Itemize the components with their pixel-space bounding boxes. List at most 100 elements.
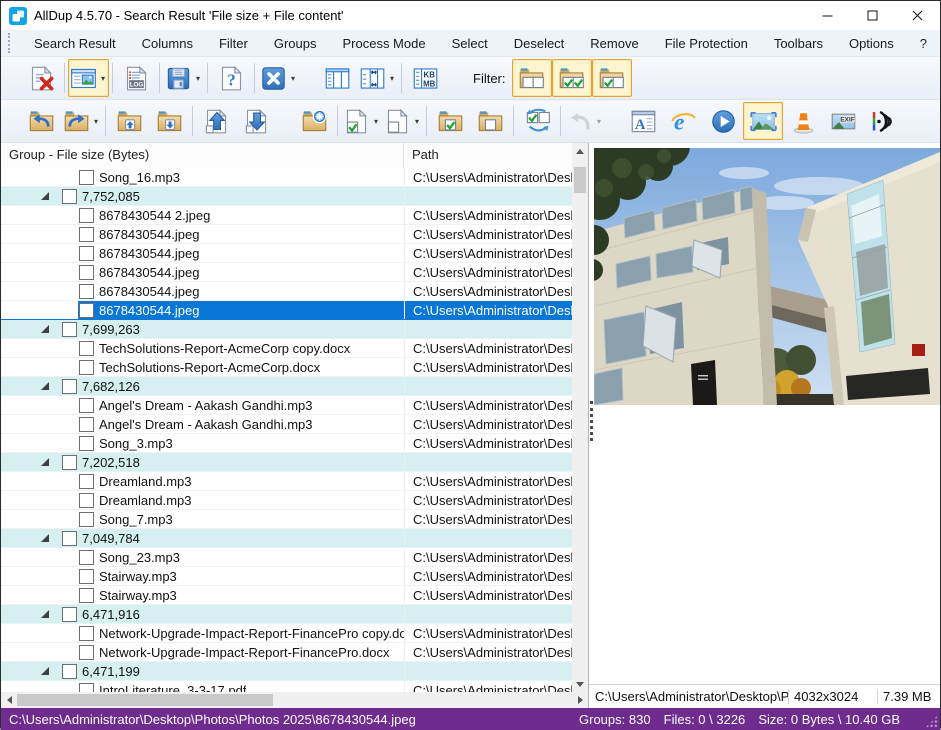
folder-options-button[interactable] bbox=[294, 102, 334, 140]
row-checkbox[interactable] bbox=[79, 588, 94, 603]
horizontal-scroll-thumb[interactable] bbox=[17, 694, 273, 706]
dropdown-arrow-icon[interactable]: ▾ bbox=[289, 74, 297, 83]
folder-up-button[interactable] bbox=[109, 102, 149, 140]
filter-checked-groups-button[interactable] bbox=[552, 59, 592, 97]
preview-mediaplayer-button[interactable] bbox=[703, 102, 743, 140]
menu-remove[interactable]: Remove bbox=[577, 30, 651, 56]
dropdown-arrow-icon[interactable]: ▾ bbox=[92, 117, 100, 126]
group-row[interactable]: 7,752,085 bbox=[1, 187, 572, 206]
row-checkbox[interactable] bbox=[79, 303, 94, 318]
row-checkbox[interactable] bbox=[79, 645, 94, 660]
row-checkbox[interactable] bbox=[62, 607, 77, 622]
horizontal-scrollbar[interactable] bbox=[1, 692, 588, 708]
expand-triangle-icon[interactable] bbox=[41, 667, 49, 675]
columns-layout-button[interactable] bbox=[317, 59, 357, 97]
row-checkbox[interactable] bbox=[79, 360, 94, 375]
menu-file-protection[interactable]: File Protection bbox=[652, 30, 761, 56]
expand-triangle-icon[interactable] bbox=[41, 610, 49, 618]
file-row[interactable]: Dreamland.mp3C:\Users\Administrator\Desk… bbox=[1, 491, 572, 510]
preview-exif-button[interactable] bbox=[823, 102, 863, 140]
dropdown-arrow-icon[interactable]: ▾ bbox=[194, 74, 202, 83]
maximize-button[interactable] bbox=[850, 1, 895, 30]
group-row[interactable]: 7,682,126 bbox=[1, 377, 572, 396]
file-row[interactable]: IntroLiterature_3-3-17.pdfC:\Users\Admin… bbox=[1, 681, 572, 692]
deselect-folder-button[interactable] bbox=[470, 102, 510, 140]
file-row[interactable]: 8678430544.jpegC:\Users\Administrator\De… bbox=[1, 244, 572, 263]
group-row[interactable]: 7,049,784 bbox=[1, 529, 572, 548]
help-button[interactable] bbox=[211, 59, 251, 97]
row-checkbox[interactable] bbox=[79, 170, 94, 185]
row-checkbox[interactable] bbox=[79, 626, 94, 641]
preview-audio-button[interactable] bbox=[863, 102, 903, 140]
close-button[interactable] bbox=[895, 1, 940, 30]
scroll-down-button[interactable] bbox=[572, 676, 588, 692]
column-header-group-size[interactable]: Group - File size (Bytes) bbox=[1, 143, 404, 168]
row-checkbox[interactable] bbox=[79, 569, 94, 584]
file-row[interactable]: Song_7.mp3C:\Users\Administrator\Desktop bbox=[1, 510, 572, 529]
row-checkbox[interactable] bbox=[62, 322, 77, 337]
group-row[interactable]: 7,699,263 bbox=[1, 320, 572, 339]
export-list-button[interactable] bbox=[196, 102, 236, 140]
minimize-button[interactable] bbox=[805, 1, 850, 30]
previous-folder-button[interactable] bbox=[21, 102, 61, 140]
dropdown-arrow-icon[interactable]: ▾ bbox=[595, 117, 603, 126]
row-checkbox[interactable] bbox=[79, 683, 94, 693]
next-folder-button[interactable]: ▾ bbox=[61, 102, 102, 140]
file-row[interactable]: Stairway.mp3C:\Users\Administrator\Deskt… bbox=[1, 567, 572, 586]
preview-text-button[interactable] bbox=[623, 102, 663, 140]
dropdown-arrow-icon[interactable]: ▾ bbox=[99, 74, 107, 83]
row-checkbox[interactable] bbox=[62, 664, 77, 679]
row-checkbox[interactable] bbox=[79, 493, 94, 508]
import-list-button[interactable] bbox=[236, 102, 276, 140]
file-row[interactable]: 8678430544.jpegC:\Users\Administrator\De… bbox=[1, 282, 572, 301]
log-button[interactable] bbox=[116, 59, 156, 97]
row-checkbox[interactable] bbox=[79, 398, 94, 413]
file-row[interactable]: 8678430544.jpegC:\Users\Administrator\De… bbox=[1, 301, 572, 320]
menu-process-mode[interactable]: Process Mode bbox=[329, 30, 438, 56]
menu-columns[interactable]: Columns bbox=[129, 30, 206, 56]
menu-toolbars[interactable]: Toolbars bbox=[761, 30, 836, 56]
file-row[interactable]: 8678430544.jpegC:\Users\Administrator\De… bbox=[1, 225, 572, 244]
close-search-result-button[interactable] bbox=[21, 59, 61, 97]
row-checkbox[interactable] bbox=[79, 246, 94, 261]
file-row[interactable]: Angel's Dream - Aakash Gandhi.mp3C:\User… bbox=[1, 415, 572, 434]
file-row[interactable]: Song_23.mp3C:\Users\Administrator\Deskto… bbox=[1, 548, 572, 567]
column-header-path[interactable]: Path bbox=[404, 143, 588, 168]
expand-triangle-icon[interactable] bbox=[41, 325, 49, 333]
expand-triangle-icon[interactable] bbox=[41, 458, 49, 466]
file-row[interactable]: Song_3.mp3C:\Users\Administrator\Desktop bbox=[1, 434, 572, 453]
vertical-scrollbar[interactable] bbox=[572, 143, 588, 692]
invert-selection-button[interactable] bbox=[517, 102, 557, 140]
menubar-gripper[interactable] bbox=[8, 33, 16, 53]
select-folder-button[interactable] bbox=[430, 102, 470, 140]
row-checkbox[interactable] bbox=[79, 208, 94, 223]
preview-vlc-button[interactable] bbox=[783, 102, 823, 140]
file-row[interactable]: Angel's Dream - Aakash Gandhi.mp3C:\User… bbox=[1, 396, 572, 415]
preview-browser-button[interactable] bbox=[663, 102, 703, 140]
expand-triangle-icon[interactable] bbox=[41, 382, 49, 390]
menu-options[interactable]: Options bbox=[836, 30, 907, 56]
row-checkbox[interactable] bbox=[62, 455, 77, 470]
row-checkbox[interactable] bbox=[79, 474, 94, 489]
folder-down-button[interactable] bbox=[149, 102, 189, 140]
expand-triangle-icon[interactable] bbox=[41, 534, 49, 542]
file-row[interactable]: 8678430544.jpegC:\Users\Administrator\De… bbox=[1, 263, 572, 282]
menu-select[interactable]: Select bbox=[439, 30, 501, 56]
menu-search-result[interactable]: Search Result bbox=[21, 30, 129, 56]
row-checkbox[interactable] bbox=[79, 227, 94, 242]
row-checkbox[interactable] bbox=[79, 550, 94, 565]
group-row[interactable]: 7,202,518 bbox=[1, 453, 572, 472]
file-row[interactable]: Network-Upgrade-Impact-Report-FinancePro… bbox=[1, 643, 572, 662]
scroll-up-button[interactable] bbox=[572, 143, 588, 159]
row-checkbox[interactable] bbox=[79, 265, 94, 280]
column-width-button[interactable]: ▾ bbox=[357, 59, 398, 97]
file-row[interactable]: Song_16.mp3C:\Users\Administrator\Deskto… bbox=[1, 168, 572, 187]
preview-image-button[interactable] bbox=[743, 102, 783, 140]
undo-button[interactable]: ▾ bbox=[564, 102, 605, 140]
menu-[interactable]: ? bbox=[907, 30, 940, 56]
filter-mixed-groups-button[interactable] bbox=[592, 59, 632, 97]
row-checkbox[interactable] bbox=[62, 379, 77, 394]
scroll-right-button[interactable] bbox=[572, 692, 588, 708]
expand-triangle-icon[interactable] bbox=[41, 192, 49, 200]
group-row[interactable]: 6,471,916 bbox=[1, 605, 572, 624]
